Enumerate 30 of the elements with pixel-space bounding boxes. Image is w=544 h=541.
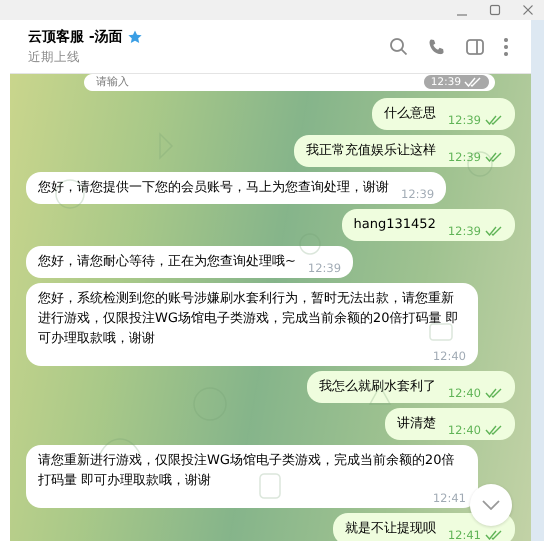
message-time: 12:40 bbox=[448, 423, 481, 437]
message-time: 12:39 bbox=[430, 76, 461, 88]
message-text: 您好，请您提供一下您的会员账号，马上为您查询处理，谢谢 bbox=[38, 179, 389, 197]
message-time: 12:39 bbox=[448, 150, 481, 164]
message-time: 12:41 bbox=[432, 491, 466, 505]
more-button[interactable] bbox=[503, 36, 509, 56]
message-text: 我怎么就刷水套利了 bbox=[318, 378, 436, 396]
message-time: 12:39 bbox=[448, 113, 481, 127]
status-text: 近期上线 bbox=[28, 48, 81, 66]
maximize-button[interactable] bbox=[488, 4, 500, 16]
message-time: 12:39 bbox=[448, 224, 481, 238]
message-time: 12:40 bbox=[432, 349, 466, 363]
message-text: 您好，请您耐心等待，正在为您查询处理哦~ bbox=[38, 253, 296, 271]
message-time: 12:39 bbox=[401, 187, 434, 201]
message-text: 讲清楚 bbox=[396, 415, 436, 433]
close-button[interactable] bbox=[522, 4, 534, 16]
message-text: 就是不让提现呗 bbox=[344, 520, 436, 538]
message-text: 什么意思 bbox=[384, 105, 436, 123]
search-button[interactable] bbox=[389, 36, 409, 56]
message-time: 12:39 bbox=[308, 261, 342, 275]
message-time: 12:40 bbox=[448, 386, 481, 400]
sidebar-button[interactable] bbox=[465, 36, 485, 56]
message-text: hang131452 bbox=[354, 216, 436, 234]
message-text: 您好，系统检测到您的账号涉嫌刷水套利行为，暂时无法出款，请您重新进行游戏，仅限投注WG场馆电子类游戏，完成当前余额的20倍打码量 即可办理取款哦，谢谢 bbox=[38, 290, 460, 348]
chat-title: 云顶客服 -汤面 bbox=[28, 28, 123, 46]
chevron-down-icon bbox=[482, 500, 500, 510]
message-text: 我正常充值娱乐让这样 bbox=[306, 142, 436, 160]
message-time: 12:41 bbox=[448, 528, 481, 541]
message-text: 请输入 bbox=[96, 74, 129, 89]
message-text: 请您重新进行游戏，仅限投注WG场馆电子类游戏，完成当前余额的20倍打码量 即可办理取款哦，谢谢 bbox=[38, 452, 456, 490]
